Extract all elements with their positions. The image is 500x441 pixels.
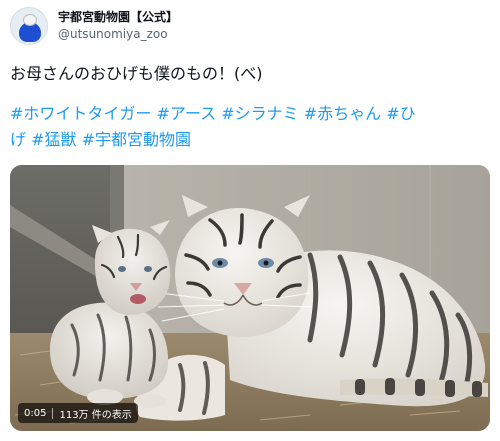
hashtag-link[interactable]: #アース [157, 104, 217, 123]
hashtag-line-2: げ #猛獣 #宇都宮動物園 [10, 129, 191, 151]
hashtag-link[interactable]: #ホワイトタイガー [10, 104, 151, 123]
hashtag-link[interactable]: #シラナミ [221, 104, 298, 123]
video-elapsed-time: 0:05 [24, 407, 47, 419]
video-info-bar: 0:05 113万 件の表示 [18, 403, 138, 423]
hashtag-link[interactable]: #宇都宮動物園 [82, 130, 191, 149]
tweet-header: 宇都宮動物園【公式】 @utsunomiya_zoo [10, 4, 178, 48]
hashtag-link[interactable]: #猛獣 [31, 130, 76, 149]
video-info-divider [52, 407, 54, 419]
tweet-card: 宇都宮動物園【公式】 @utsunomiya_zoo お母さんのおひげも僕のもの… [0, 0, 500, 441]
hashtag-link[interactable]: #ひ [386, 104, 415, 123]
account-display-name[interactable]: 宇都宮動物園【公式】 [58, 9, 178, 26]
hashtag-line-1: #ホワイトタイガー #アース #シラナミ #赤ちゃん #ひ [10, 103, 416, 125]
tiger-video-frame [10, 165, 490, 431]
mascot-face [23, 14, 37, 26]
hashtag-link[interactable]: #赤ちゃん [304, 104, 381, 123]
account-names: 宇都宮動物園【公式】 @utsunomiya_zoo [58, 9, 178, 43]
video-player[interactable]: 0:05 113万 件の表示 [10, 165, 490, 431]
video-view-count: 113万 件の表示 [59, 409, 132, 421]
hashtag-link-continued[interactable]: げ [10, 130, 26, 149]
tweet-text: お母さんのおひげも僕のもの！(べ) [10, 64, 263, 83]
account-handle[interactable]: @utsunomiya_zoo [58, 26, 178, 43]
account-avatar[interactable] [10, 7, 48, 45]
